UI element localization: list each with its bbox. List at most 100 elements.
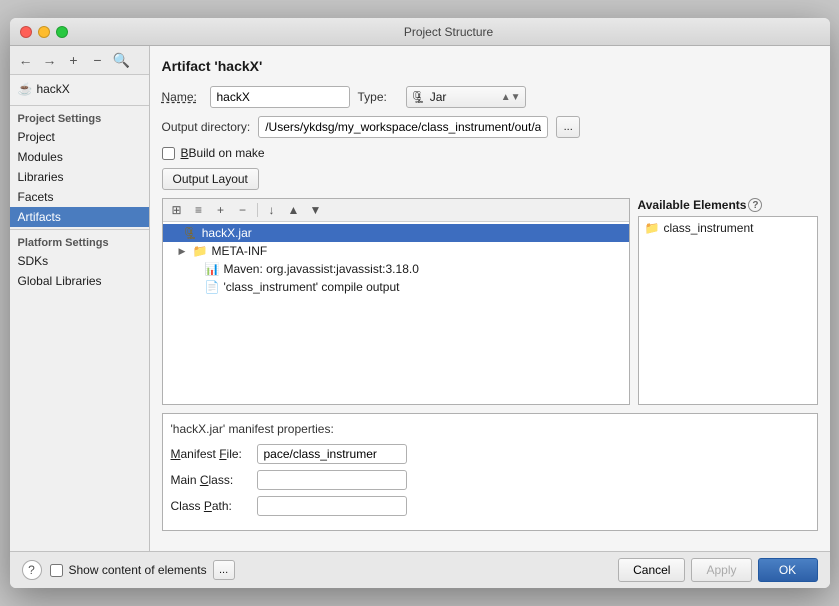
output-dir-row: Output directory: ... bbox=[162, 116, 818, 138]
artifact-title: Artifact 'hackX' bbox=[162, 58, 818, 74]
left-tree-hackx[interactable]: ☕ hackX bbox=[10, 79, 149, 99]
tree-node-compile[interactable]: 📄 'class_instrument' compile output bbox=[163, 278, 629, 296]
tree-up-button[interactable]: ▲ bbox=[284, 201, 304, 219]
remove-button[interactable]: − bbox=[88, 50, 108, 70]
folder-icon-classinstrument: 📁 bbox=[645, 221, 660, 235]
section-project-settings: Project Settings bbox=[10, 108, 149, 127]
type-select-text: Jar bbox=[430, 90, 497, 104]
maven-icon: 📊 bbox=[205, 262, 220, 276]
cancel-button[interactable]: Cancel bbox=[618, 558, 685, 582]
action-buttons: Cancel Apply OK bbox=[618, 558, 817, 582]
traffic-lights bbox=[20, 26, 68, 38]
main-class-input[interactable] bbox=[257, 470, 407, 490]
show-content-row: Show content of elements ... bbox=[50, 560, 611, 580]
name-type-row: Name: Type: 🗜 Jar ▲▼ bbox=[162, 86, 818, 108]
tree-node-hackxjar[interactable]: 🗜 hackX.jar bbox=[163, 224, 629, 242]
name-label: Name: bbox=[162, 90, 202, 104]
class-path-input[interactable] bbox=[257, 496, 407, 516]
tree-node-meta-inf[interactable]: ▶ 📁 META-INF bbox=[163, 242, 629, 260]
tree-node-maven[interactable]: 📊 Maven: org.javassist:javassist:3.18.0 bbox=[163, 260, 629, 278]
chevron-down-icon: ▲▼ bbox=[501, 92, 521, 103]
maven-label: Maven: org.javassist:javassist:3.18.0 bbox=[223, 262, 418, 276]
tree-btn-1[interactable]: ⊞ bbox=[167, 201, 187, 219]
available-tree: 📁 class_instrument bbox=[638, 216, 818, 405]
tree-add-button[interactable]: + bbox=[211, 201, 231, 219]
sidebar-item-artifacts[interactable]: Artifacts bbox=[10, 207, 149, 227]
help-button[interactable]: ? bbox=[22, 560, 42, 580]
middle-area: ⊞ ≡ + − ↓ ▲ ▼ 🗜 hackX.jar bbox=[162, 198, 818, 405]
separator-2 bbox=[10, 229, 149, 230]
artifact-tree-content: 🗜 hackX.jar ▶ 📁 META-INF 📊 Maven: org.ja… bbox=[163, 222, 629, 404]
right-panel: Artifact 'hackX' Name: Type: 🗜 Jar ▲▼ Ou… bbox=[150, 46, 830, 551]
compile-label: 'class_instrument' compile output bbox=[223, 280, 399, 294]
sidebar-item-project[interactable]: Project bbox=[10, 127, 149, 147]
sidebar-item-libraries[interactable]: Libraries bbox=[10, 167, 149, 187]
tree-remove-button[interactable]: − bbox=[233, 201, 253, 219]
sidebar-item-facets[interactable]: Facets bbox=[10, 187, 149, 207]
class-path-label: Class Path: bbox=[171, 499, 251, 513]
tree-toolbar: ⊞ ≡ + − ↓ ▲ ▼ bbox=[163, 199, 629, 222]
left-toolbar: ← → + − 🔍 bbox=[10, 46, 149, 75]
manifest-file-label: Manifest File: bbox=[171, 447, 251, 461]
section-platform-settings: Platform Settings bbox=[10, 232, 149, 251]
output-dir-label: Output directory: bbox=[162, 120, 251, 134]
meta-inf-label: META-INF bbox=[211, 244, 267, 258]
left-panel: ← → + − 🔍 ☕ hackX Project Settings Proje… bbox=[10, 46, 150, 551]
show-content-checkbox[interactable] bbox=[50, 564, 63, 577]
type-label: Type: bbox=[358, 90, 398, 104]
manifest-file-input[interactable] bbox=[257, 444, 407, 464]
sidebar-item-modules[interactable]: Modules bbox=[10, 147, 149, 167]
tree-btn-2[interactable]: ≡ bbox=[189, 201, 209, 219]
manifest-file-row: Manifest File: bbox=[171, 444, 809, 464]
show-content-details-button[interactable]: ... bbox=[213, 560, 235, 580]
sidebar-item-global-libraries[interactable]: Global Libraries bbox=[10, 271, 149, 291]
output-layout-button[interactable]: Output Layout bbox=[162, 168, 259, 190]
tree-down-button[interactable]: ▼ bbox=[306, 201, 326, 219]
artifact-tree-panel: ⊞ ≡ + − ↓ ▲ ▼ 🗜 hackX.jar bbox=[162, 198, 630, 405]
close-button[interactable] bbox=[20, 26, 32, 38]
manifest-title: 'hackX.jar' manifest properties: bbox=[171, 422, 809, 436]
available-help-icon[interactable]: ? bbox=[748, 198, 762, 212]
show-content-label: Show content of elements bbox=[69, 563, 207, 577]
main-class-row: Main Class: bbox=[171, 470, 809, 490]
minimize-button[interactable] bbox=[38, 26, 50, 38]
available-elements-panel: Available Elements ? 📁 class_instrument bbox=[638, 198, 818, 405]
maximize-button[interactable] bbox=[56, 26, 68, 38]
manifest-section: 'hackX.jar' manifest properties: Manifes… bbox=[162, 413, 818, 531]
left-tree: ☕ hackX bbox=[10, 75, 149, 103]
class-path-row: Class Path: bbox=[171, 496, 809, 516]
hackx-label: hackX bbox=[36, 82, 69, 96]
hackx-icon: ☕ bbox=[18, 82, 33, 96]
forward-button[interactable]: → bbox=[40, 50, 60, 70]
toolbar-separator bbox=[257, 203, 258, 217]
build-on-make-checkbox[interactable] bbox=[162, 147, 175, 160]
window-title: Project Structure bbox=[78, 25, 820, 39]
jar-file-icon: 🗜 bbox=[183, 226, 198, 240]
title-bar: Project Structure bbox=[10, 18, 830, 46]
output-dir-input[interactable] bbox=[258, 116, 548, 138]
name-input[interactable] bbox=[210, 86, 350, 108]
folder-icon-metainf: 📁 bbox=[193, 244, 208, 258]
sidebar-item-sdks[interactable]: SDKs bbox=[10, 251, 149, 271]
available-node-class-instrument[interactable]: 📁 class_instrument bbox=[639, 219, 817, 237]
type-select[interactable]: 🗜 Jar ▲▼ bbox=[406, 86, 526, 108]
back-button[interactable]: ← bbox=[16, 50, 36, 70]
build-on-make-label: BBuild on make bbox=[181, 146, 265, 160]
output-dir-browse-button[interactable]: ... bbox=[556, 116, 580, 138]
jar-icon: 🗜 bbox=[411, 90, 426, 104]
compile-icon: 📄 bbox=[205, 280, 220, 294]
bottom-bar: ? Show content of elements ... Cancel Ap… bbox=[10, 551, 830, 588]
project-structure-window: Project Structure ← → + − 🔍 ☕ hackX Proj… bbox=[10, 18, 830, 588]
zoom-button[interactable]: 🔍 bbox=[112, 50, 132, 70]
available-elements-label: Available Elements ? bbox=[638, 198, 818, 212]
apply-button[interactable]: Apply bbox=[691, 558, 751, 582]
ok-button[interactable]: OK bbox=[758, 558, 818, 582]
hackxjar-label: hackX.jar bbox=[202, 226, 252, 240]
tree-sort-button[interactable]: ↓ bbox=[262, 201, 282, 219]
add-button[interactable]: + bbox=[64, 50, 84, 70]
class-instrument-label: class_instrument bbox=[663, 221, 753, 235]
build-on-make-row: BBuild on make bbox=[162, 146, 818, 160]
main-content: ← → + − 🔍 ☕ hackX Project Settings Proje… bbox=[10, 46, 830, 551]
separator-1 bbox=[10, 105, 149, 106]
main-class-label: Main Class: bbox=[171, 473, 251, 487]
